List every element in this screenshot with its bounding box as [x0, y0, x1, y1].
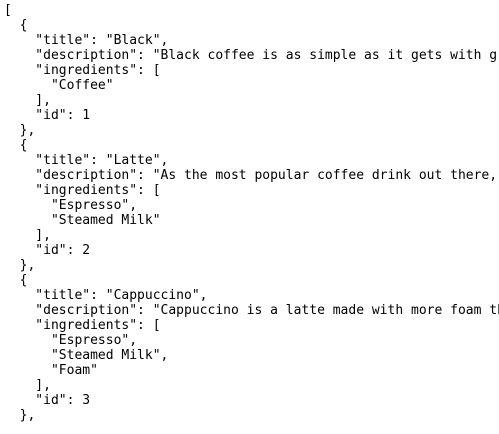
json-line: }, — [4, 123, 36, 138]
json-line: "Coffee" — [4, 78, 114, 93]
json-line: "title": "Latte", — [4, 153, 169, 168]
json-document-view: [ { "title": "Black", "description": "Bl… — [0, 0, 499, 434]
json-line: ], — [4, 228, 51, 243]
json-line: "ingredients": [ — [4, 63, 161, 78]
json-line: }, — [4, 408, 36, 423]
json-line: [ — [4, 3, 12, 18]
json-line: "ingredients": [ — [4, 183, 161, 198]
json-line: { — [4, 273, 28, 288]
json-line: "Espresso", — [4, 333, 138, 348]
json-line: "id": 1 — [4, 108, 91, 123]
json-line: "id": 2 — [4, 243, 91, 258]
json-line: "title": "Black", — [4, 33, 169, 48]
json-line: { — [4, 18, 28, 33]
json-line: "description": "As the most popular coff… — [4, 168, 498, 183]
json-line: ], — [4, 93, 51, 108]
json-line: "ingredients": [ — [4, 318, 161, 333]
json-line: }, — [4, 258, 36, 273]
json-line: ], — [4, 378, 51, 393]
json-line: "Steamed Milk" — [4, 213, 161, 228]
json-line: "description": "Cappuccino is a latte ma… — [4, 303, 499, 318]
json-line: "Foam" — [4, 363, 98, 378]
json-line: "title": "Cappuccino", — [4, 288, 208, 303]
json-line: { — [4, 138, 28, 153]
json-line: "Steamed Milk", — [4, 348, 169, 363]
json-line: "Espresso", — [4, 198, 138, 213]
json-line: "id": 3 — [4, 393, 91, 408]
json-line: "description": "Black coffee is as simpl… — [4, 48, 499, 63]
